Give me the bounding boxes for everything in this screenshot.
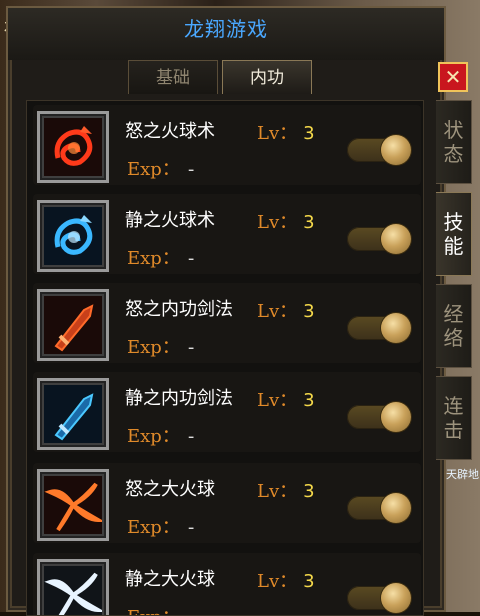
toggle-knob[interactable]	[381, 583, 411, 613]
exp-value: -	[187, 159, 195, 180]
exp-label: Exp：	[127, 337, 180, 358]
exp-label: Exp：	[127, 426, 180, 447]
level-label: Lv：	[257, 123, 298, 144]
exp-value: -	[187, 426, 195, 447]
fire-orb-red-icon	[37, 111, 109, 183]
close-button[interactable]: ✕	[438, 62, 468, 92]
title-bar: 龙翔游戏	[8, 8, 444, 60]
skill-level: Lv： 3	[257, 386, 315, 412]
skill-level: Lv： 3	[257, 208, 315, 234]
level-label: Lv：	[257, 481, 298, 502]
toggle-knob[interactable]	[381, 493, 411, 523]
skill-name: 怒之大火球	[125, 479, 215, 500]
fire-orb-blue-icon	[37, 200, 109, 272]
side-tab-meridians[interactable]: 经络	[436, 284, 472, 368]
skill-row[interactable]: 怒之大火球 Lv： 3 Exp： -	[33, 463, 421, 543]
side-tab-combo[interactable]: 连击	[436, 376, 472, 460]
toggle-knob[interactable]	[381, 313, 411, 343]
skill-name: 静之内功剑法	[125, 388, 233, 409]
level-label: Lv：	[257, 390, 298, 411]
skill-row[interactable]: 怒之火球术 Lv： 3 Exp： -	[33, 105, 421, 185]
background-banner-text: 天辟地	[446, 468, 479, 481]
level-value: 3	[303, 212, 315, 233]
skill-level: Lv： 3	[257, 567, 315, 593]
level-value: 3	[303, 390, 315, 411]
level-value: 3	[303, 123, 315, 144]
skill-toggle[interactable]	[347, 313, 411, 343]
skill-level: Lv： 3	[257, 477, 315, 503]
skill-row[interactable]: 怒之内功剑法 Lv： 3 Exp： -	[33, 283, 421, 363]
skill-list: 怒之火球术 Lv： 3 Exp： - 静之火球术 Lv： 3 Exp： - 怒之…	[26, 100, 424, 616]
sword-red-icon	[37, 289, 109, 361]
swirl-red-icon	[37, 469, 109, 541]
skill-name: 怒之内功剑法	[125, 299, 233, 320]
exp-value: -	[187, 517, 195, 538]
exp-value: -	[187, 248, 195, 269]
skill-toggle[interactable]	[347, 402, 411, 432]
side-tab-skills[interactable]: 技能	[436, 192, 472, 276]
level-label: Lv：	[257, 301, 298, 322]
dialog-title: 龙翔游戏	[184, 17, 268, 41]
toggle-knob[interactable]	[381, 135, 411, 165]
level-value: 3	[303, 301, 315, 322]
skill-toggle[interactable]	[347, 135, 411, 165]
exp-label: Exp：	[127, 159, 180, 180]
skill-exp: Exp：-	[127, 603, 194, 615]
exp-value: -	[187, 337, 195, 358]
swirl-white-icon	[37, 559, 109, 615]
exp-label: Exp：	[127, 517, 180, 538]
skill-name: 静之大火球	[125, 569, 215, 590]
skill-row[interactable]: 静之火球术 Lv： 3 Exp： -	[33, 194, 421, 274]
skill-toggle[interactable]	[347, 583, 411, 613]
sword-blue-icon	[37, 378, 109, 450]
skill-level: Lv： 3	[257, 119, 315, 145]
level-value: 3	[303, 571, 315, 592]
skill-toggle[interactable]	[347, 493, 411, 523]
skill-exp: Exp：-	[127, 333, 194, 359]
level-label: Lv：	[257, 212, 298, 233]
skill-exp: Exp：-	[127, 422, 194, 448]
exp-label: Exp：	[127, 248, 180, 269]
toggle-knob[interactable]	[381, 402, 411, 432]
skill-name: 怒之火球术	[125, 121, 215, 142]
skill-exp: Exp：-	[127, 513, 194, 539]
character-panel: 龙翔游戏 基础 内功 怒之火球术 Lv： 3 Exp： - 静之火球术 Lv： …	[6, 6, 446, 616]
skill-row[interactable]: 静之大火球 Lv：3 Exp：-	[33, 553, 421, 615]
skill-exp: Exp：-	[127, 244, 194, 270]
level-value: 3	[303, 481, 315, 502]
skill-name: 静之火球术	[125, 210, 215, 231]
toggle-knob[interactable]	[381, 224, 411, 254]
skill-level: Lv： 3	[257, 297, 315, 323]
tab-basic[interactable]: 基础	[128, 60, 218, 94]
tab-bar: 基础 内功	[128, 60, 316, 94]
tab-inner-skill[interactable]: 内功	[222, 60, 312, 94]
level-label: Lv：	[257, 571, 298, 592]
skill-toggle[interactable]	[347, 224, 411, 254]
skill-exp: Exp：-	[127, 155, 194, 181]
side-tab-status[interactable]: 状态	[436, 100, 472, 184]
skill-row[interactable]: 静之内功剑法 Lv： 3 Exp： -	[33, 372, 421, 452]
